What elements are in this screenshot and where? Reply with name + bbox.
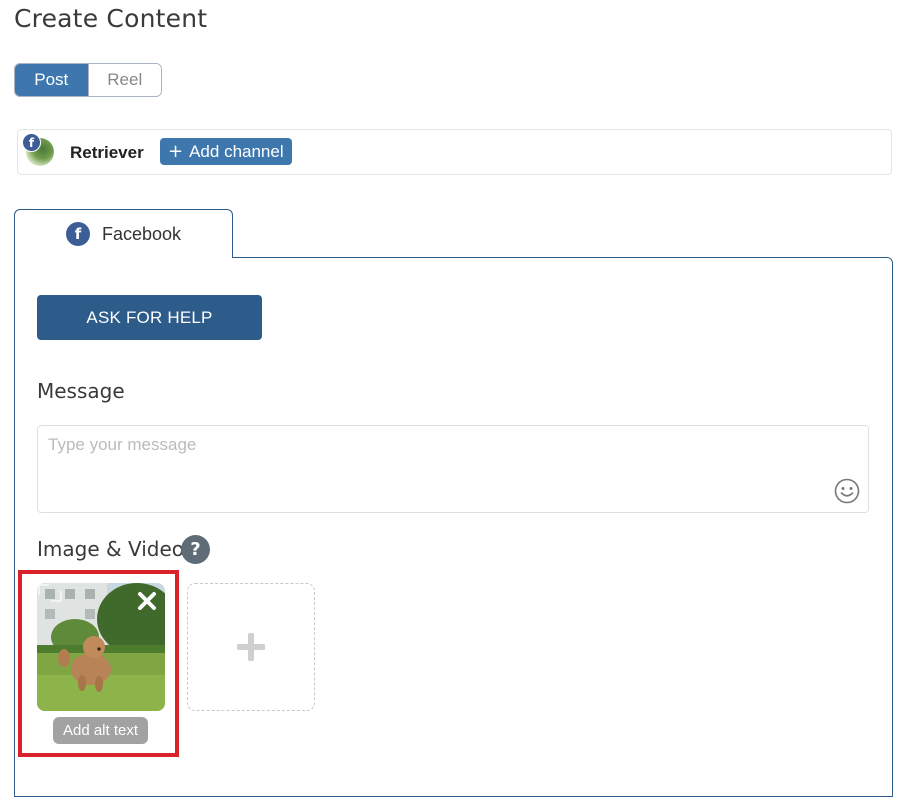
page-title: Create Content [14,4,208,33]
plus-icon: + [168,141,184,162]
reel-toggle-option[interactable]: Reel [87,64,161,96]
message-input[interactable] [46,434,810,456]
help-icon[interactable]: ? [181,535,210,564]
facebook-icon: f [65,222,90,246]
add-channel-label: Add channel [189,141,284,161]
media-thumbnail[interactable] [37,583,165,711]
message-label: Message [37,379,125,403]
content-type-toggle: Post Reel [14,63,162,97]
emoji-icon[interactable] [834,478,860,504]
add-media-button[interactable] [187,583,315,711]
facebook-badge-icon: f [22,133,41,152]
close-icon[interactable] [137,591,157,611]
media-label: Image & Video [37,537,184,561]
channel-name: Retriever [70,143,144,162]
add-alt-text-button[interactable]: Add alt text [53,717,148,744]
tab-label: Facebook [101,223,182,244]
plus-icon [237,633,265,661]
post-toggle-option[interactable]: Post [15,64,88,96]
ask-for-help-button[interactable]: ASK FOR HELP [37,295,262,340]
message-field[interactable] [37,425,869,513]
tab-facebook[interactable]: f Facebook [14,209,233,258]
tab-joint [15,254,232,260]
channel-avatar: f [22,133,54,166]
channel-selector: f Retriever + Add channel [17,129,892,175]
add-channel-button[interactable]: + Add channel [160,138,292,165]
